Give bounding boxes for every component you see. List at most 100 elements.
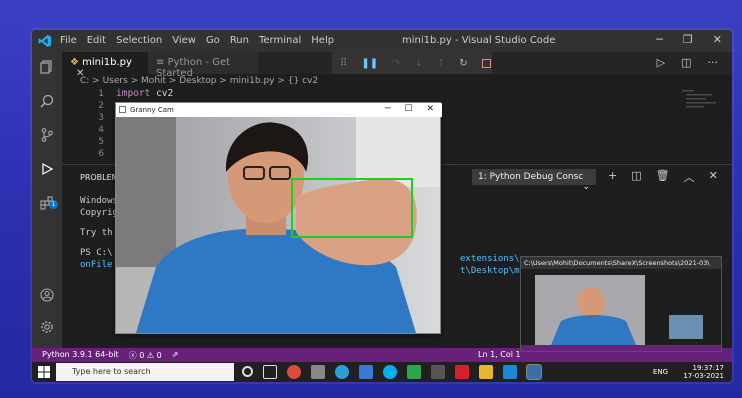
split-panel-icon[interactable]: ◫	[631, 169, 641, 185]
run-debug-icon[interactable]	[40, 162, 54, 176]
close-icon[interactable]: ✕	[713, 33, 722, 46]
taskbar-apps	[242, 364, 542, 380]
line-numbers: 1 2 3 4 5 6	[84, 88, 104, 160]
task-view-icon[interactable]	[263, 365, 277, 379]
select-value: 1: Python Debug Consc	[478, 172, 584, 182]
code-keyword: import	[116, 88, 151, 99]
restart-icon[interactable]: ↻	[459, 58, 467, 69]
line-number: 6	[98, 149, 104, 159]
chrome-icon[interactable]	[287, 365, 301, 379]
python-file-icon: ❖	[70, 57, 79, 68]
preview-thumbnail	[521, 269, 721, 351]
window-title: mini1b.py - Visual Studio Code	[402, 35, 556, 46]
acrobat-icon[interactable]	[455, 365, 469, 379]
file-explorer-icon[interactable]	[479, 365, 493, 379]
title-bar: File Edit Selection View Go Run Terminal…	[32, 30, 732, 52]
screenshot-preview[interactable]: C:\Users\Mohit\Documents\ShareX\Screensh…	[520, 256, 722, 352]
debug-console-select[interactable]: 1: Python Debug Consc ⌄	[472, 169, 596, 192]
settings-gear-icon[interactable]	[40, 320, 54, 334]
store-icon[interactable]	[407, 365, 421, 379]
warning-icon: ⚠	[146, 351, 155, 360]
drag-handle-icon[interactable]: ⠿	[340, 58, 347, 69]
windows-start-icon[interactable]	[38, 366, 50, 378]
taskbar-search-input[interactable]: Type here to search	[56, 363, 234, 381]
input-language: ENG	[652, 368, 668, 376]
windows-taskbar: Type here to search ENG 19:37:17 17-03-2…	[32, 362, 732, 382]
system-tray[interactable]: ENG 19:37:17 17-03-2021	[653, 364, 724, 380]
debug-toolbar: ⠿ ❚❚ ↷ ↓ ↑ ↻	[332, 52, 492, 74]
skype-icon[interactable]	[383, 365, 397, 379]
minimize-icon[interactable]: ─	[385, 104, 390, 114]
chevron-up-icon[interactable]: ︿	[684, 169, 695, 185]
cam-title-bar[interactable]: Granny Cam ─ ☐ ✕	[116, 103, 442, 117]
trash-icon[interactable]: 🗑	[656, 169, 670, 185]
menu-edit[interactable]: Edit	[87, 35, 106, 46]
menu-help[interactable]: Help	[311, 35, 334, 46]
menu-run[interactable]: Run	[230, 35, 249, 46]
preview-path: C:\Users\Mohit\Documents\ShareX\Screensh…	[521, 257, 721, 269]
cloud-app-icon[interactable]	[311, 365, 325, 379]
stop-icon[interactable]	[481, 58, 491, 68]
step-into-icon[interactable]: ↓	[414, 58, 422, 69]
chevron-down-icon: ⌄	[582, 182, 590, 192]
menu-bar: File Edit Selection View Go Run Terminal…	[60, 35, 334, 46]
maximize-icon[interactable]: ☐	[404, 104, 412, 114]
window-controls: ─ ❐ ✕	[656, 33, 722, 46]
minimize-icon[interactable]: ─	[656, 33, 663, 46]
step-over-icon[interactable]: ↷	[392, 58, 400, 69]
code-module: cv2	[156, 88, 174, 99]
problems-indicator[interactable]: ⓧ 0 ⚠ 0	[129, 350, 162, 361]
step-out-icon[interactable]: ↑	[437, 58, 445, 69]
clock-date: 17-03-2021	[683, 372, 724, 380]
menu-view[interactable]: View	[172, 35, 196, 46]
sigma-app-icon[interactable]	[359, 365, 373, 379]
document-icon: ≡	[156, 57, 165, 68]
breadcrumb[interactable]: C: > Users > Mohit > Desktop > mini1b.py…	[80, 76, 318, 86]
camera-app-icon[interactable]	[431, 365, 445, 379]
minimap[interactable]	[682, 88, 722, 118]
panel-actions: + ◫ 🗑 ︿ ✕	[608, 169, 718, 185]
search-icon[interactable]	[40, 94, 54, 108]
explorer-icon[interactable]	[40, 60, 54, 74]
vscode-taskbar-icon[interactable]	[503, 365, 517, 379]
pause-icon[interactable]: ❚❚	[361, 58, 378, 69]
line-number: 1	[98, 89, 104, 99]
menu-terminal[interactable]: Terminal	[259, 35, 301, 46]
tab-mini1b[interactable]: ❖ mini1b.py ✕	[62, 52, 148, 79]
menu-go[interactable]: Go	[206, 35, 220, 46]
line-number: 4	[98, 125, 104, 135]
editor-actions: ▷ ◫ ···	[657, 56, 718, 69]
edge-icon[interactable]	[335, 365, 349, 379]
tab-label: mini1b.py	[82, 57, 132, 68]
granny-cam-window[interactable]: Granny Cam ─ ☐ ✕	[115, 102, 442, 334]
app-icon	[119, 106, 126, 113]
maximize-icon[interactable]: ❐	[683, 33, 693, 46]
warning-count: 0	[156, 351, 162, 360]
close-icon[interactable]: ✕	[426, 104, 434, 114]
editor-tabs: ❖ mini1b.py ✕ ≡ Python - Get Started ⠿ ❚…	[62, 52, 732, 79]
code-editor[interactable]: import cv2	[116, 88, 173, 99]
cam-window-controls: ─ ☐ ✕	[385, 104, 434, 114]
menu-selection[interactable]: Selection	[116, 35, 162, 46]
close-panel-icon[interactable]: ✕	[709, 169, 718, 185]
tab-python-get-started[interactable]: ≡ Python - Get Started	[148, 52, 258, 79]
activity-bar: 1	[32, 52, 62, 370]
account-icon[interactable]	[40, 288, 54, 302]
live-share-icon[interactable]: ⇗	[172, 350, 179, 361]
cortana-icon[interactable]	[242, 366, 253, 377]
source-control-icon[interactable]	[40, 128, 54, 142]
search-placeholder: Type here to search	[72, 367, 151, 376]
cam-title: Granny Cam	[130, 106, 174, 114]
line-number: 2	[98, 101, 104, 111]
more-actions-icon[interactable]: ···	[708, 56, 719, 69]
python-interpreter[interactable]: Python 3.9.1 64-bit	[42, 350, 119, 361]
split-editor-icon[interactable]: ◫	[681, 56, 691, 69]
clock-time: 19:37:17	[692, 364, 724, 372]
error-count: 0	[139, 351, 145, 360]
python-taskbar-icon[interactable]	[526, 364, 542, 380]
add-icon[interactable]: +	[608, 169, 617, 185]
extensions-icon[interactable]	[40, 196, 54, 210]
menu-file[interactable]: File	[60, 35, 77, 46]
cursor-position[interactable]: Ln 1, Col 1	[478, 350, 521, 359]
run-file-icon[interactable]: ▷	[657, 56, 665, 69]
